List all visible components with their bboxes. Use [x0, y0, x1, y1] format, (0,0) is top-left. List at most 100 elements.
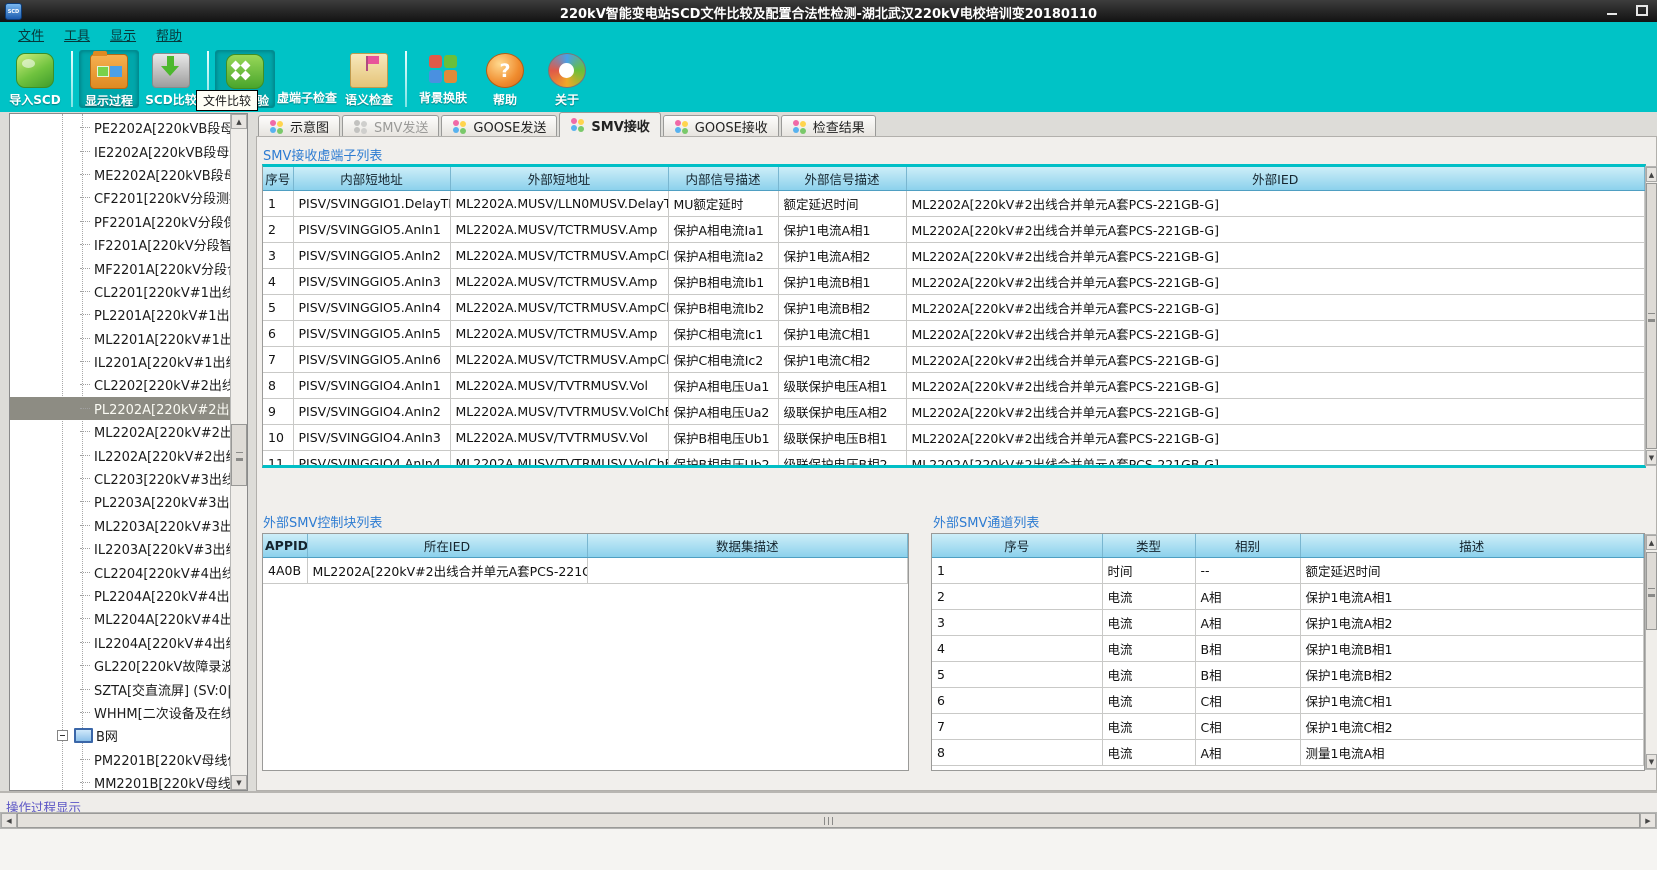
table-row[interactable]: 4A0BML2202A[220kV#2出线合并单元A套PCS-221GB-G]	[263, 558, 908, 584]
table-row[interactable]: 4PISV/SVINGGIO5.AnIn3ML2202A.MUSV/TCTRMU…	[263, 269, 1645, 295]
tree-item[interactable]: PL2204A[220kV#4出线保...	[10, 584, 230, 607]
horizontal-scrollbar[interactable]: ◀ ▶	[0, 812, 1657, 829]
column-header[interactable]: 内部信号描述	[668, 167, 778, 191]
table-row[interactable]: 8PISV/SVINGGIO4.AnIn1ML2202A.MUSV/TVTRMU…	[263, 373, 1645, 399]
背景换肤-button[interactable]: 背景换肤	[413, 50, 473, 108]
tree-item[interactable]: ML2203A[220kV#3出线...	[10, 514, 230, 537]
scroll-up-icon[interactable]: ▲	[1646, 167, 1657, 182]
column-header[interactable]: 数据集描述	[587, 534, 908, 558]
column-header[interactable]: 内部短地址	[293, 167, 450, 191]
table-row[interactable]: 3PISV/SVINGGIO5.AnIn2ML2202A.MUSV/TCTRMU…	[263, 243, 1645, 269]
tree-item[interactable]: MF2201A[220kV分段合...	[10, 256, 230, 279]
tree-item[interactable]: IL2204A[220kV#4出线智...	[10, 631, 230, 654]
tab-GOOSE发送[interactable]: GOOSE发送	[441, 115, 557, 137]
tree-item[interactable]: GL220[220kV故障录波] (...	[10, 654, 230, 677]
column-header[interactable]: 相别	[1195, 534, 1300, 558]
table-row[interactable]: 2PISV/SVINGGIO5.AnIn1ML2202A.MUSV/TCTRMU…	[263, 217, 1645, 243]
column-header[interactable]: 类型	[1102, 534, 1195, 558]
导入SCD-button[interactable]: 导入SCD	[5, 50, 65, 108]
tree-item[interactable]: PE2202A[220kVB段母联...	[10, 116, 230, 139]
panel-splitter[interactable]	[248, 113, 256, 791]
smv-table-scrollbar[interactable]: ▲ ▼	[1645, 166, 1657, 466]
tree-item[interactable]: IL2203A[220kV#3出线智...	[10, 537, 230, 560]
tree-item[interactable]: MM2201B[220kV母线合...	[10, 771, 230, 791]
tree-item[interactable]: WHHM[二次设备及在线...	[10, 701, 230, 724]
显示过程-button[interactable]: 显示过程	[79, 50, 139, 108]
tree-item[interactable]: IE2202A[220kVB段母联...	[10, 139, 230, 162]
tree-item[interactable]: IL2201A[220kV#1出线智...	[10, 350, 230, 373]
tree-item[interactable]: CL2201[220kV#1出线测...	[10, 280, 230, 303]
column-header[interactable]: 外部信号描述	[778, 167, 906, 191]
tree-item[interactable]: B网	[10, 724, 230, 747]
tab-SMV接收[interactable]: SMV接收	[559, 112, 660, 137]
scroll-up-icon[interactable]: ▲	[1646, 535, 1657, 550]
scroll-down-icon[interactable]: ▼	[1646, 450, 1657, 465]
tree-item[interactable]: PL2201A[220kV#1出线保...	[10, 303, 230, 326]
tree-item[interactable]: ML2202A[220kV#2出线...	[10, 420, 230, 443]
column-header[interactable]: 序号	[263, 167, 293, 191]
table-row[interactable]: 7电流C相保护1电流C相2	[932, 714, 1644, 740]
menu-item-3[interactable]: 帮助	[146, 23, 192, 46]
table-row[interactable]: 1时间--额定延迟时间	[932, 558, 1644, 584]
table-row[interactable]: 4电流B相保护1电流B相1	[932, 636, 1644, 662]
scroll-track[interactable]	[1646, 182, 1657, 450]
虚端子检查-button[interactable]: 虚端子检查	[277, 50, 337, 108]
scroll-thumb[interactable]	[1646, 552, 1657, 630]
关于-button[interactable]: 关于	[537, 50, 597, 108]
scroll-track[interactable]	[231, 129, 247, 775]
table-row[interactable]: 11PISV/SVINGGIO4.AnIn4ML2202A.MUSV/TVTRM…	[263, 451, 1645, 469]
channel-table-scrollbar[interactable]: ▲ ▼	[1645, 534, 1657, 770]
scroll-up-icon[interactable]: ▲	[231, 114, 247, 129]
tree-scrollbar[interactable]: ▲ ▼	[230, 114, 247, 790]
tree-item[interactable]: ML2201A[220kV#1出线...	[10, 327, 230, 350]
tree-item[interactable]: IF2201A[220kV分段智能...	[10, 233, 230, 256]
column-header[interactable]: APPID	[263, 534, 307, 558]
column-header[interactable]: 外部短地址	[450, 167, 668, 191]
scroll-right-icon[interactable]: ▶	[1640, 813, 1656, 828]
SCD比较-button[interactable]: SCD比较	[141, 50, 201, 108]
table-row[interactable]: 5PISV/SVINGGIO5.AnIn4ML2202A.MUSV/TCTRMU…	[263, 295, 1645, 321]
tree-item[interactable]: PL2202A[220kV#2出线保...	[10, 397, 230, 420]
table-row[interactable]: 8电流A相测量1电流A相	[932, 740, 1644, 766]
table-row[interactable]: 6PISV/SVINGGIO5.AnIn5ML2202A.MUSV/TCTRMU…	[263, 321, 1645, 347]
scroll-thumb[interactable]	[1646, 183, 1657, 449]
tab-GOOSE接收[interactable]: GOOSE接收	[663, 115, 779, 137]
table-row[interactable]: 7PISV/SVINGGIO5.AnIn6ML2202A.MUSV/TCTRMU…	[263, 347, 1645, 373]
maximize-button[interactable]	[1630, 3, 1654, 18]
table-row[interactable]: 10PISV/SVINGGIO4.AnIn3ML2202A.MUSV/TVTRM…	[263, 425, 1645, 451]
scroll-down-icon[interactable]: ▼	[1646, 754, 1657, 769]
table-row[interactable]: 9PISV/SVINGGIO4.AnIn2ML2202A.MUSV/TVTRMU…	[263, 399, 1645, 425]
tree-item[interactable]: CL2204[220kV#4出线测...	[10, 560, 230, 583]
tree-item[interactable]: IL2202A[220kV#2出线智...	[10, 443, 230, 466]
tree-item[interactable]: PM2201B[220kV母线保...	[10, 748, 230, 771]
menu-item-0[interactable]: 文件	[8, 23, 54, 46]
tree-item[interactable]: ME2202A[220kVB段母联...	[10, 163, 230, 186]
scroll-left-icon[interactable]: ◀	[1, 813, 17, 828]
tree-item[interactable]: PF2201A[220kV分段保护...	[10, 210, 230, 233]
tree-item[interactable]: CF2201[220kV分段测控P...	[10, 186, 230, 209]
帮助-button[interactable]: 帮助	[475, 50, 535, 108]
menu-item-1[interactable]: 工具	[54, 23, 100, 46]
scroll-down-icon[interactable]: ▼	[231, 775, 247, 790]
tab-检查结果[interactable]: 检查结果	[781, 115, 876, 137]
minimize-button[interactable]	[1600, 3, 1624, 18]
tab-示意图[interactable]: 示意图	[258, 115, 340, 137]
table-row[interactable]: 6电流C相保护1电流C相1	[932, 688, 1644, 714]
collapse-icon[interactable]	[57, 730, 68, 741]
column-header[interactable]: 序号	[932, 534, 1102, 558]
table-row[interactable]: 1PISV/SVINGGIO1.DelayTRtgML2202A.MUSV/LL…	[263, 191, 1645, 217]
column-header[interactable]: 描述	[1300, 534, 1644, 558]
tree-item[interactable]: CL2202[220kV#2出线测...	[10, 373, 230, 396]
table-row[interactable]: 5电流B相保护1电流B相2	[932, 662, 1644, 688]
scroll-thumb[interactable]	[231, 424, 247, 486]
scroll-thumb[interactable]	[17, 813, 1640, 828]
tree-item[interactable]: SZTA[交直流屏] (SV:0|0,G...	[10, 677, 230, 700]
table-row[interactable]: 2电流A相保护1电流A相1	[932, 584, 1644, 610]
column-header[interactable]: 所在IED	[307, 534, 587, 558]
tree-item[interactable]: CL2203[220kV#3出线测...	[10, 467, 230, 490]
column-header[interactable]: 外部IED	[906, 167, 1645, 191]
tree-item[interactable]: ML2204A[220kV#4出线...	[10, 607, 230, 630]
tab-SMV发送[interactable]: SMV发送	[342, 115, 439, 137]
menu-item-2[interactable]: 显示	[100, 23, 146, 46]
scroll-track[interactable]	[1646, 550, 1657, 754]
